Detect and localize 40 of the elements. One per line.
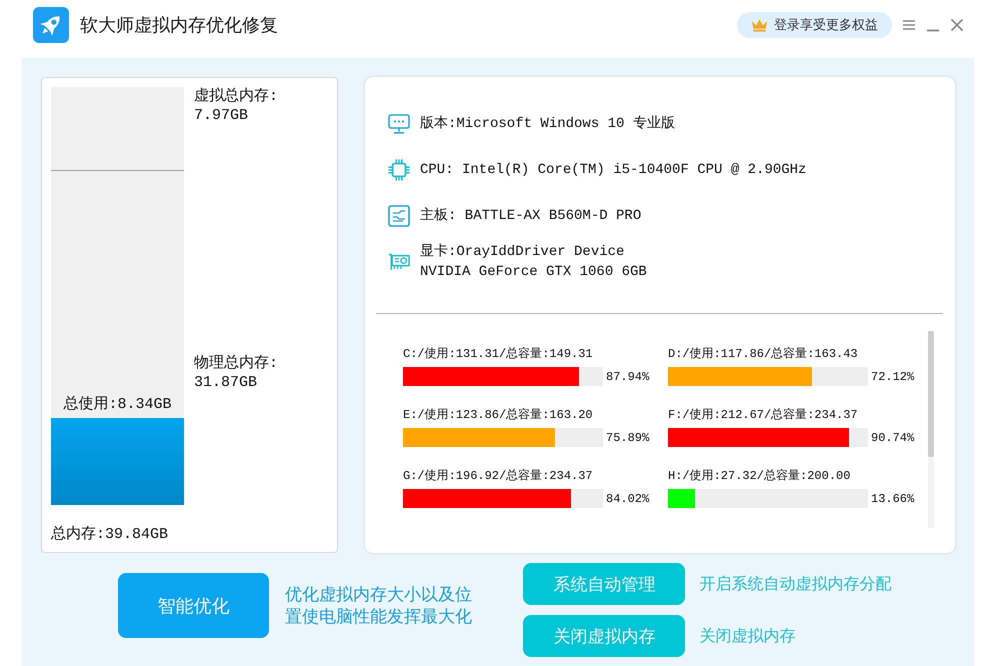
drive-usage-percent: 13.66% [871, 490, 914, 506]
system-info-text: 主板: BATTLE-AX B560M-D PRO [420, 206, 642, 226]
system-info-text: CPU: Intel(R) Core(TM) i5-10400F CPU @ 2.90GHz [420, 161, 806, 180]
scrollbar-thumb[interactable] [928, 331, 934, 458]
action-description: 开启系统自动虚拟内存分配 [699, 574, 892, 594]
drive-usage-label: D:/使用:117.86/总容量:163.43 [668, 346, 859, 362]
drive-usage-label: F:/使用:212.67/总容量:234.37 [668, 407, 859, 423]
menu-icon[interactable] [902, 18, 916, 32]
system-info-text: 显卡:OrayIddDriver Device [420, 242, 626, 262]
virtual-memory-value: 7.97GB [194, 106, 250, 125]
graphics-card-icon [388, 251, 410, 273]
action-description: 优化虚拟内存大小以及位置使电脑性能发挥最大化 [285, 584, 473, 628]
drive-usage-percent: 87.94% [606, 368, 650, 384]
virtual-memory-label: 虚拟总内存: [194, 87, 278, 106]
drive-usage-percent: 84.02% [606, 490, 650, 506]
system-info-text: 版本:Microsoft Windows 10 专业版 [420, 114, 675, 134]
drive-usage-percent: 72.12% [871, 368, 914, 384]
system-info-text: NVIDIA GeForce GTX 1060 6GB [420, 263, 647, 282]
drive-usage-percent: 75.89% [606, 430, 650, 446]
physical-memory-value: 31.87GB [194, 373, 258, 392]
window-title: 软大师虚拟内存优化修复 [80, 14, 278, 37]
used-memory-label: 总使用:8.34GB [63, 394, 172, 414]
login-button[interactable]: 登录享受更多权益 [737, 12, 892, 38]
drive-usage-label: C:/使用:131.31/总容量:149.31 [403, 346, 594, 362]
optimize-button[interactable]: 智能优化 [118, 573, 269, 638]
physical-memory-label: 物理总内存: [194, 354, 278, 373]
action-description: 关闭虚拟内存 [699, 626, 796, 646]
drive-usage-percent: 90.74% [871, 430, 914, 446]
action-button[interactable]: 系统自动管理 [523, 563, 686, 605]
rocket-logo-icon [33, 7, 69, 43]
close-icon[interactable] [950, 18, 964, 32]
drive-usage-label: H:/使用:27.32/总容量:200.00 [668, 468, 852, 484]
monitor-icon [388, 113, 410, 135]
circuit-board-icon [388, 205, 410, 227]
drive-usage-label: G:/使用:196.92/总容量:234.37 [403, 468, 594, 484]
chip-icon [388, 159, 410, 181]
drive-usage-label: E:/使用:123.86/总容量:163.20 [403, 407, 594, 423]
crown-icon [751, 18, 768, 32]
total-memory-label: 总内存:39.84GB [51, 525, 168, 544]
action-button[interactable]: 关闭虚拟内存 [523, 615, 686, 657]
